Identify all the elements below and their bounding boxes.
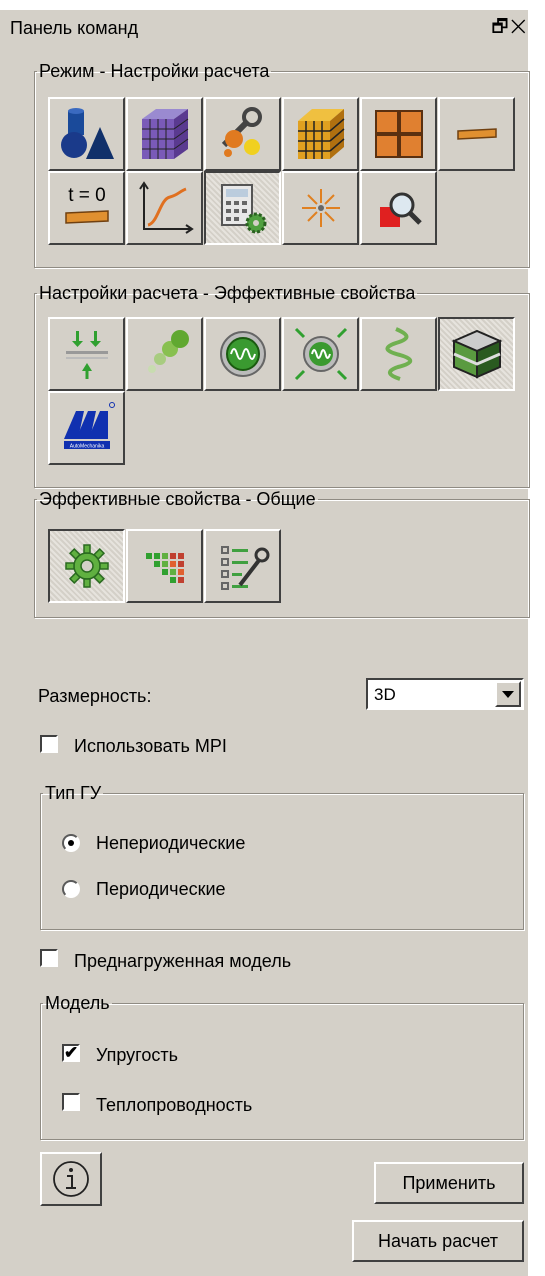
group-eff-legend: Эффективные свойства - Общие — [39, 489, 316, 509]
color-matrix-button[interactable] — [126, 529, 203, 603]
title-bar-icons: 🗗✕ — [492, 14, 528, 44]
initial-state-label: t = 0 — [68, 185, 106, 206]
mesh-cube-button[interactable] — [126, 97, 203, 171]
oscillation-button[interactable] — [204, 317, 281, 391]
calculator-settings-button[interactable] — [204, 171, 281, 245]
float-window-icon[interactable]: 🗗 — [492, 16, 511, 36]
particles-button[interactable] — [126, 317, 203, 391]
geometry-shapes-icon — [60, 108, 114, 159]
grid-icon — [374, 110, 423, 158]
thermal-conductivity-checkbox[interactable] — [62, 1093, 80, 1111]
voxel-cube-icon — [297, 109, 344, 159]
spring-icon — [385, 327, 412, 381]
apply-button[interactable]: Применить — [374, 1162, 524, 1204]
panel-title: Панель команд — [10, 18, 139, 38]
compression-load-icon — [65, 331, 108, 379]
elasticity-checkbox[interactable]: ✔ — [62, 1044, 80, 1062]
beam-button[interactable] — [438, 97, 515, 171]
automechanika-button[interactable]: AutoMechanika — [48, 391, 125, 465]
voxel-cube-button[interactable] — [282, 97, 359, 171]
oscillation-load-button[interactable] — [282, 317, 359, 391]
elasticity-label: Упругость — [96, 1045, 178, 1065]
color-matrix-icon — [145, 553, 184, 583]
info-button[interactable] — [40, 1152, 102, 1206]
start-calculation-button[interactable]: Начать расчет — [352, 1220, 524, 1262]
oscillation-load-icon — [294, 327, 347, 381]
sunburst-icon — [301, 189, 340, 227]
group-model: Модель — [40, 994, 524, 1140]
calculator-settings-icon — [220, 184, 266, 234]
close-icon[interactable]: ✕ — [510, 16, 528, 36]
sunburst-button[interactable] — [282, 171, 359, 245]
group-calc-legend: Настройки расчета - Эффективные свойства — [39, 283, 416, 303]
magnify-results-button[interactable] — [360, 171, 437, 245]
radio-nonperiodic[interactable] — [62, 834, 80, 852]
layered-cube-button[interactable] — [438, 317, 515, 391]
radio-periodic-label: Периодические — [96, 879, 226, 899]
automechanika-logo-text: AutoMechanika — [69, 444, 104, 450]
thermal-conductivity-label: Теплопроводность — [96, 1095, 253, 1115]
layered-cube-icon — [450, 329, 503, 379]
model-legend: Модель — [45, 993, 110, 1013]
material-settings-button[interactable] — [204, 97, 281, 171]
use-mpi-label: Использовать MPI — [74, 736, 227, 756]
compression-load-button[interactable] — [48, 317, 125, 391]
material-settings-icon — [221, 107, 262, 157]
curve-graph-icon — [138, 181, 194, 234]
dimension-value: 3D — [374, 685, 396, 704]
info-icon — [53, 1161, 89, 1197]
gear-icon — [64, 544, 109, 588]
preloaded-checkbox[interactable] — [40, 949, 58, 967]
spring-button[interactable] — [360, 317, 437, 391]
bc-type-legend: Тип ГУ — [45, 783, 102, 803]
use-mpi-checkbox[interactable] — [40, 735, 58, 753]
initial-state-button[interactable]: t = 0 — [48, 171, 125, 245]
mesh-cube-icon — [141, 109, 188, 159]
grid-button[interactable] — [360, 97, 437, 171]
magnify-results-icon — [379, 192, 422, 227]
radio-nonperiodic-label: Непериодические — [96, 833, 246, 853]
particles-icon — [147, 330, 189, 373]
beam-icon — [456, 128, 497, 140]
radio-periodic[interactable] — [62, 880, 80, 898]
gear-button[interactable] — [48, 529, 125, 603]
automechanika-logo-icon: AutoMechanika — [63, 402, 115, 450]
initial-state-icon: t = 0 — [64, 185, 109, 224]
curve-graph-button[interactable] — [126, 171, 203, 245]
command-panel: Панель команд 🗗✕ Режим - Настройки расче… — [0, 10, 530, 1276]
oscillation-icon — [219, 331, 266, 377]
list-settings-icon — [220, 546, 269, 590]
preloaded-label: Преднагруженная модель — [74, 951, 292, 971]
group-bc-type: Тип ГУ — [40, 784, 524, 930]
dimension-label: Размерность: — [38, 686, 152, 706]
group-mode-legend: Режим - Настройки расчета — [39, 61, 270, 81]
list-settings-button[interactable] — [204, 529, 281, 603]
dimension-select[interactable]: 3D — [366, 678, 524, 710]
geometry-shapes-button[interactable] — [48, 97, 125, 171]
chevron-down-icon[interactable] — [495, 681, 521, 707]
